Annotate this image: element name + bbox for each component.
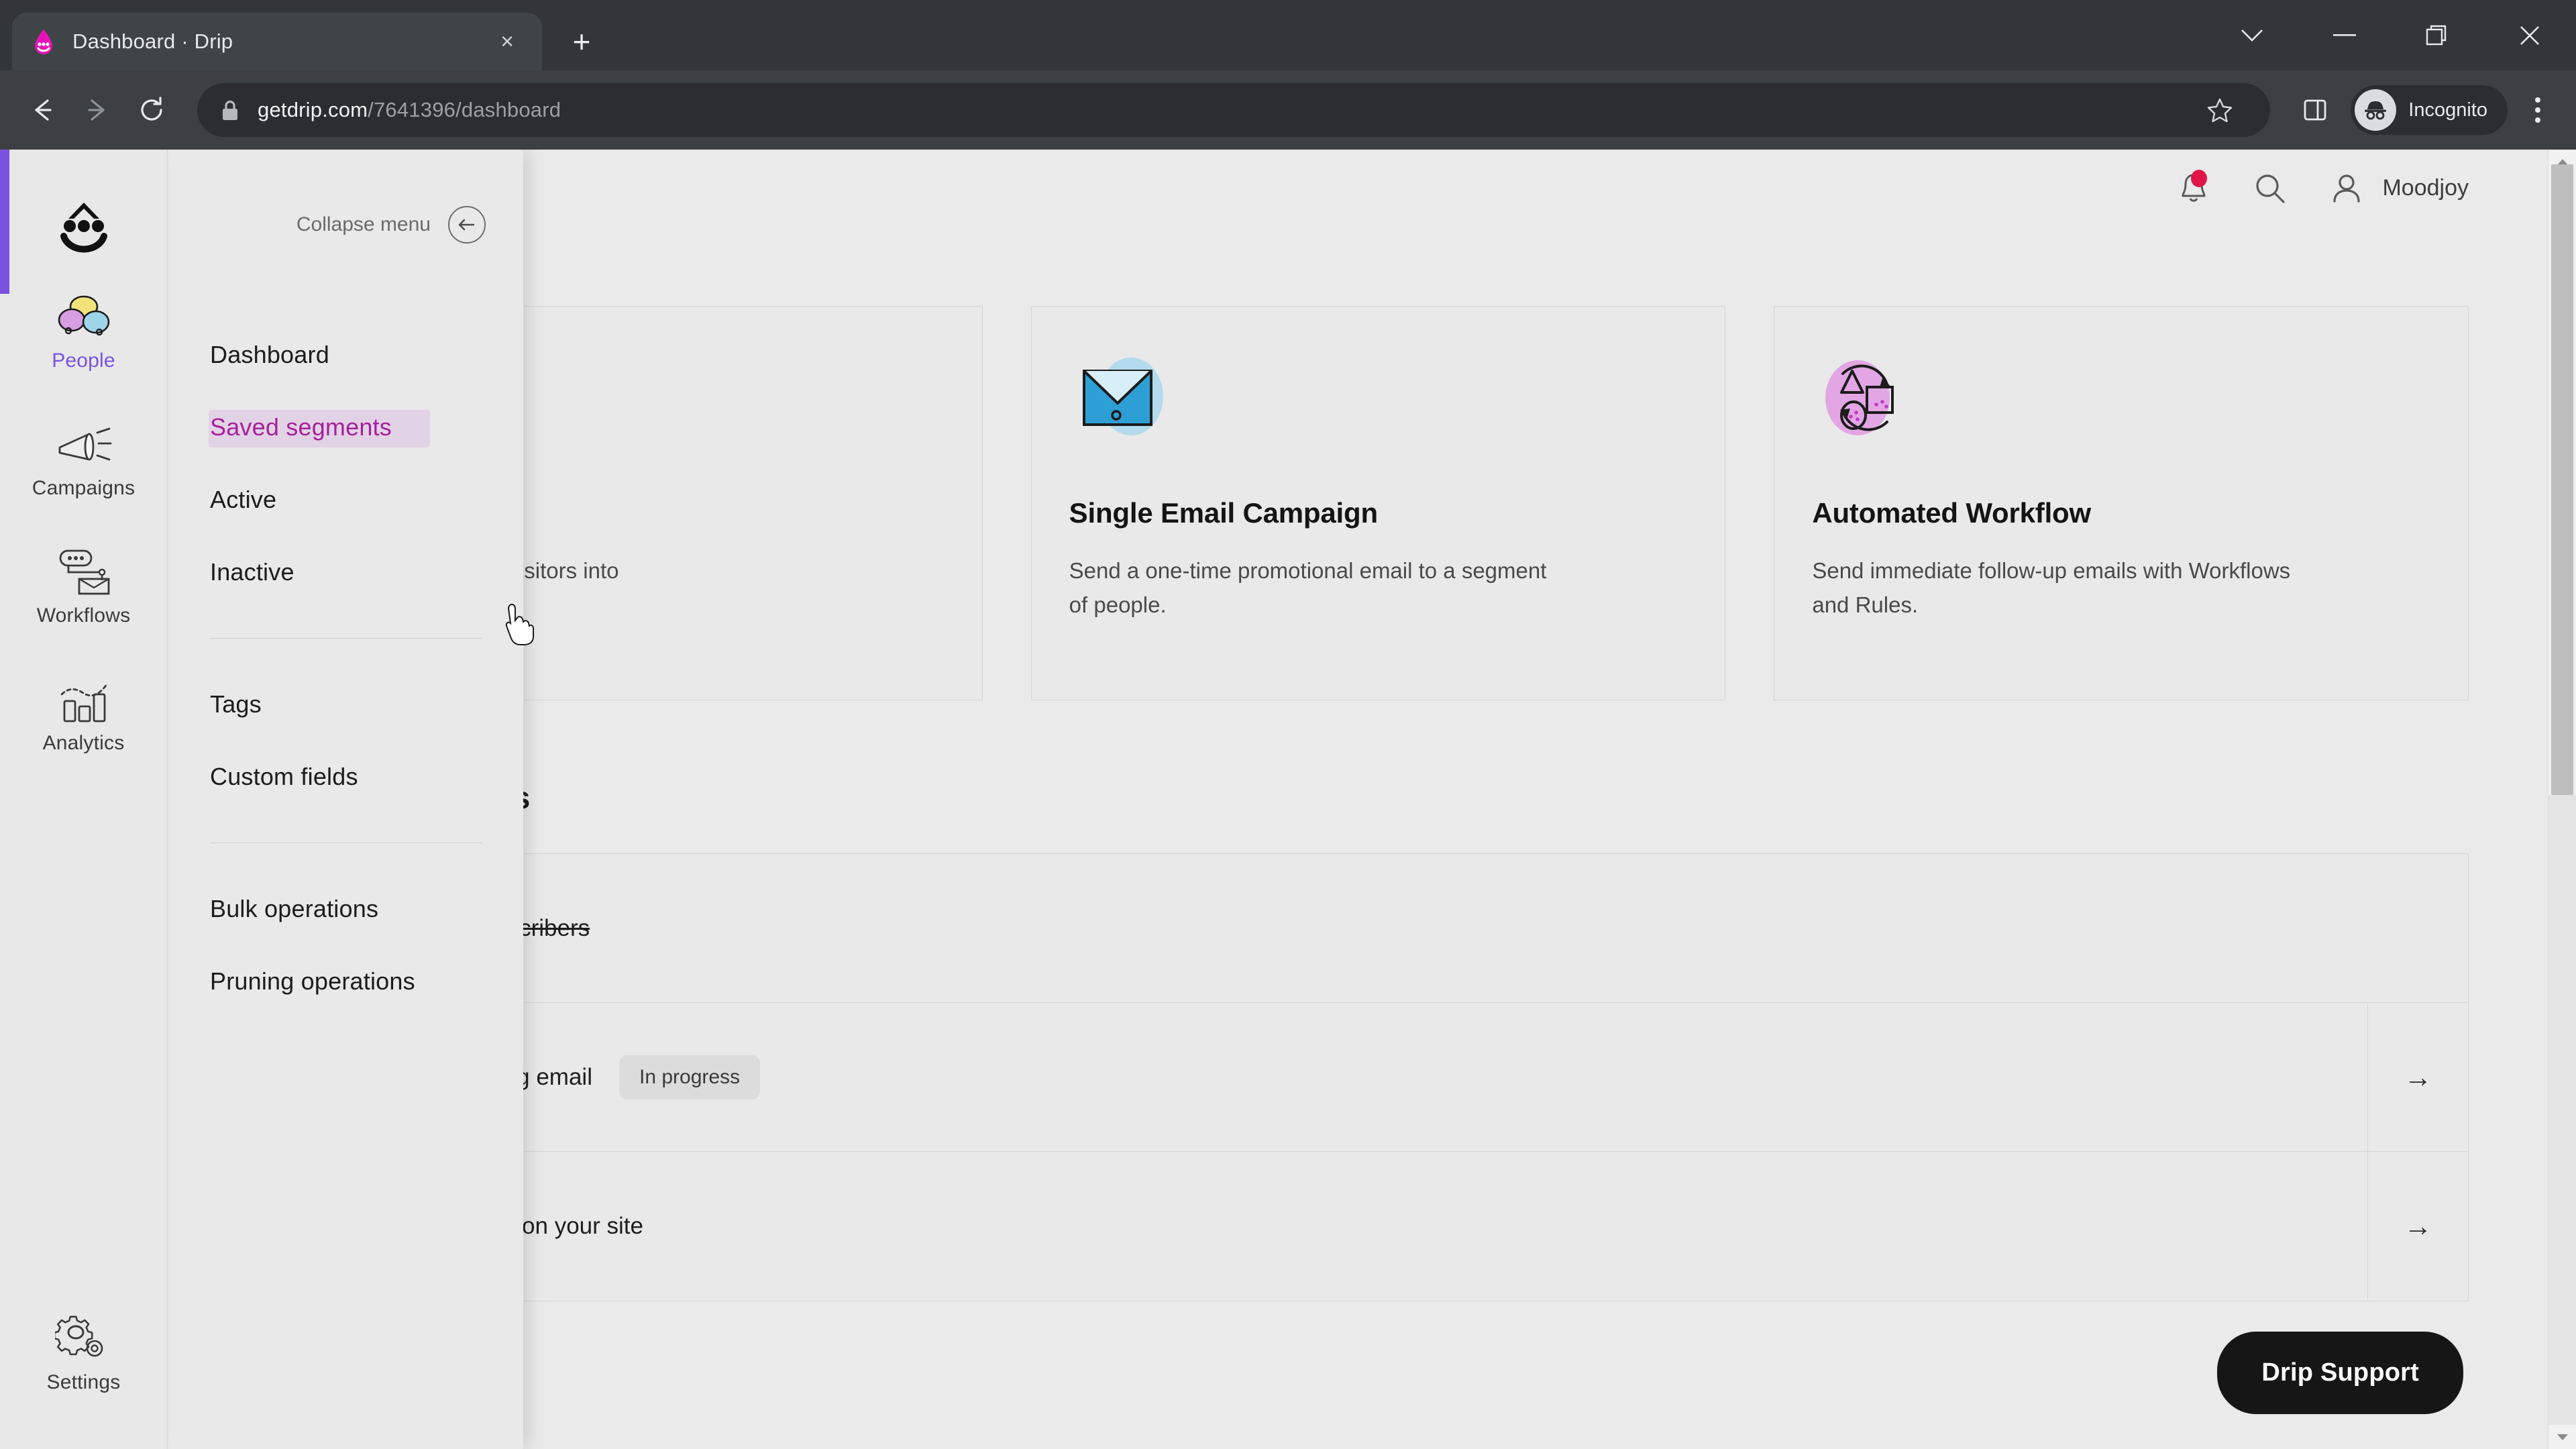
- page-scrollbar[interactable]: [2548, 150, 2576, 1449]
- content-area: Create new... …paign …nd turn drive-by v…: [168, 231, 2576, 1301]
- user-name-label: Moodjoy: [2382, 175, 2469, 201]
- back-button[interactable]: [15, 83, 70, 138]
- drip-smiley-logo[interactable]: [44, 184, 124, 265]
- card-description: Send immediate follow-up emails with Wor…: [1812, 558, 2291, 618]
- user-menu[interactable]: Moodjoy: [2326, 168, 2469, 209]
- bell-icon[interactable]: [2173, 168, 2214, 209]
- suggested-tasks-heading: Suggested tasks: [288, 780, 2469, 816]
- page-viewport: Moodjoy Create new... …paig: [0, 150, 2576, 1449]
- sidebar-item-label: Settings: [46, 1371, 121, 1393]
- sidebar-item-label: Campaigns: [32, 477, 136, 499]
- task-arrow-button[interactable]: →: [2367, 1003, 2468, 1151]
- window-controls: [2206, 0, 2576, 70]
- sidebar-item-analytics[interactable]: Analytics: [0, 647, 168, 775]
- card-title: Automated Workflow: [1812, 497, 2091, 529]
- card-single-email-campaign[interactable]: Single Email Campaign Send a one-time pr…: [1030, 306, 1726, 700]
- maximize-restore-button[interactable]: [2391, 0, 2483, 70]
- people-icon: [55, 285, 113, 343]
- collapse-menu-button[interactable]: Collapse menu: [168, 150, 523, 244]
- table-row[interactable]: …ur code snippet on your site →: [288, 1152, 2468, 1301]
- flyout-item-tags[interactable]: Tags: [168, 668, 523, 741]
- new-tab-button[interactable]: +: [561, 21, 602, 62]
- main-content: Moodjoy Create new... …paig: [168, 150, 2576, 1449]
- url-host: getdrip.com: [258, 98, 368, 121]
- tab-search-button[interactable]: [2206, 0, 2298, 70]
- active-rail-accent: [0, 150, 9, 294]
- app-topbar: Moodjoy: [168, 150, 2576, 227]
- workflow-icon: [54, 540, 114, 598]
- close-tab-button[interactable]: ×: [490, 24, 525, 59]
- search-icon[interactable]: [2249, 168, 2291, 209]
- divider: [210, 638, 482, 639]
- sidebar-item-people[interactable]: People: [0, 265, 168, 392]
- flyout-item-bulk-operations[interactable]: Bulk operations: [168, 873, 523, 945]
- card-title: Single Email Campaign: [1069, 497, 1378, 529]
- gear-icon: [54, 1307, 113, 1364]
- bar-chart-icon: [55, 667, 113, 725]
- reload-button[interactable]: [125, 83, 180, 138]
- flyout-item-saved-segments[interactable]: Saved segments: [168, 391, 523, 464]
- scrollbar-track[interactable]: [2548, 795, 2576, 1425]
- url-path: /7641396/dashboard: [368, 98, 561, 121]
- notification-dot: [2191, 169, 2208, 187]
- profile-incognito-pill[interactable]: Incognito: [2351, 85, 2508, 135]
- table-row[interactable]: …ur first marketing email In progress →: [288, 1003, 2468, 1152]
- lock-icon: [220, 99, 240, 121]
- envelope-icon: [1069, 345, 1688, 458]
- browser-tab[interactable]: Dashboard · Drip ×: [12, 13, 542, 70]
- arrow-left-circle-icon[interactable]: [448, 206, 486, 244]
- create-cards-row: …paign …nd turn drive-by visitors into: [288, 306, 2469, 700]
- close-window-button[interactable]: [2483, 0, 2576, 70]
- incognito-avatar-icon: [2355, 89, 2397, 131]
- flyout-item-inactive[interactable]: Inactive: [168, 536, 523, 608]
- scrollbar-thumb[interactable]: [2551, 164, 2573, 795]
- flyout-item-dashboard[interactable]: Dashboard: [168, 319, 523, 391]
- status-badge: In progress: [619, 1055, 761, 1099]
- forward-button[interactable]: [70, 83, 125, 138]
- app-sidebar-rail: People Campaigns Workflows Analytics Set…: [0, 150, 168, 1449]
- side-panel-icon[interactable]: [2288, 83, 2343, 138]
- browser-toolbar: getdrip.com/7641396/dashboard Incognito: [0, 70, 2576, 150]
- drip-support-button[interactable]: Drip Support: [2217, 1332, 2463, 1414]
- people-submenu-flyout: Collapse menu Dashboard Saved segments A…: [168, 150, 534, 1449]
- omnibox-actions: [2192, 83, 2247, 138]
- task-arrow-button[interactable]: →: [2367, 1152, 2468, 1301]
- minimize-button[interactable]: [2298, 0, 2391, 70]
- url-text: getdrip.com/7641396/dashboard: [258, 98, 561, 122]
- card-description: Send a one-time promotional email to a s…: [1069, 558, 1547, 618]
- table-row[interactable]: …your email subscribers: [288, 854, 2468, 1003]
- create-new-heading: Create new...: [288, 231, 2469, 267]
- sidebar-item-label: Workflows: [36, 604, 131, 627]
- user-avatar-icon: [2326, 168, 2367, 209]
- sidebar-item-label: People: [52, 350, 115, 372]
- card-automated-workflow[interactable]: Automated Workflow Send immediate follow…: [1774, 306, 2469, 700]
- scroll-down-button[interactable]: [2548, 1425, 2576, 1449]
- sidebar-item-settings[interactable]: Settings: [0, 1287, 168, 1414]
- flyout-item-label: Saved segments: [210, 413, 392, 441]
- suggested-tasks-list: …your email subscribers …ur first market…: [288, 853, 2469, 1301]
- address-bar[interactable]: getdrip.com/7641396/dashboard: [197, 83, 2271, 138]
- sidebar-item-label: Analytics: [42, 732, 125, 754]
- drip-logo-icon: [30, 28, 58, 56]
- flyout-item-custom-fields[interactable]: Custom fields: [168, 741, 523, 813]
- sidebar-item-campaigns[interactable]: Campaigns: [0, 392, 168, 520]
- browser-window: Dashboard · Drip × + getdrip.com/7641396…: [0, 0, 2576, 1449]
- sidebar-item-workflows[interactable]: Workflows: [0, 520, 168, 647]
- workflow-cycle-icon: [1812, 345, 2430, 458]
- collapse-menu-label: Collapse menu: [296, 213, 431, 235]
- browser-menu-button[interactable]: [2514, 97, 2561, 123]
- profile-label: Incognito: [2408, 99, 2487, 121]
- flyout-item-pruning-operations[interactable]: Pruning operations: [168, 945, 523, 1018]
- flyout-item-active[interactable]: Active: [168, 464, 523, 536]
- tab-title: Dashboard · Drip: [72, 30, 233, 53]
- tab-strip: Dashboard · Drip × +: [0, 0, 2576, 70]
- flyout-menu-list: Dashboard Saved segments Active Inactive…: [168, 244, 523, 1018]
- bookmark-star-icon[interactable]: [2192, 83, 2247, 138]
- megaphone-icon: [54, 413, 113, 470]
